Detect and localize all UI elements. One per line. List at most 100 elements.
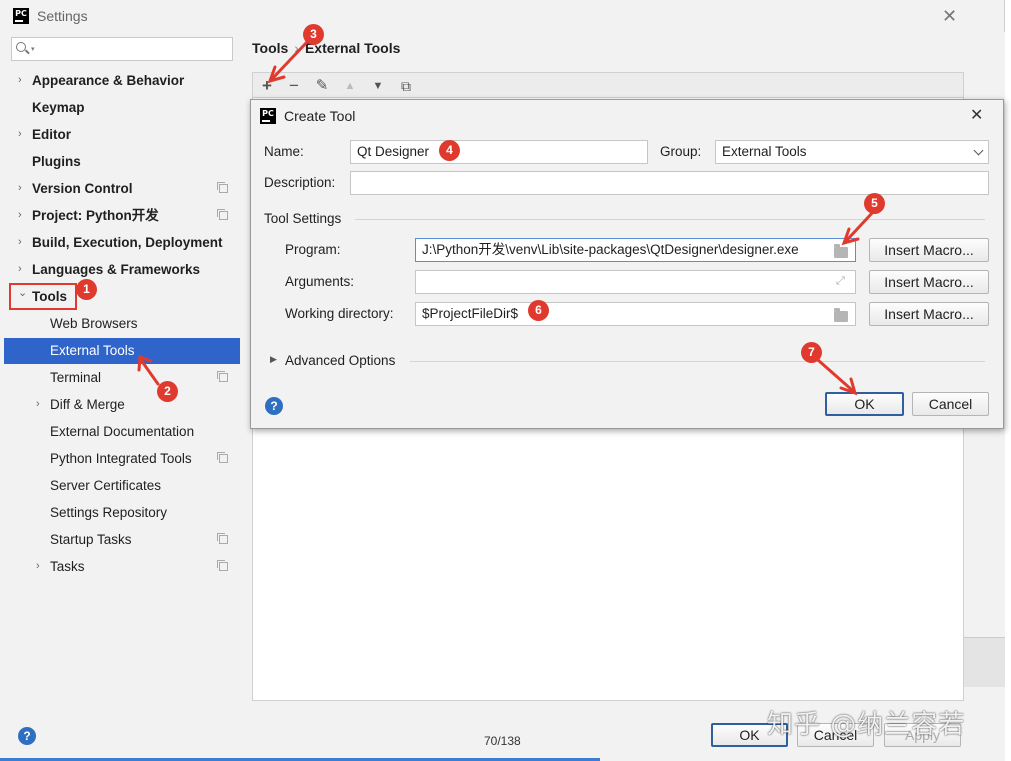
chevron-right-icon: › <box>18 263 22 275</box>
sidebar-item-appearance[interactable]: › Appearance & Behavior <box>4 67 240 94</box>
breadcrumb-separator: › <box>294 40 299 56</box>
pycharm-logo-icon: PC <box>13 8 29 24</box>
sidebar-item-label: Plugins <box>32 154 81 169</box>
breadcrumb: Tools › External Tools <box>252 40 400 56</box>
window-title: Settings <box>37 8 88 24</box>
breadcrumb-parent[interactable]: Tools <box>252 40 288 56</box>
sidebar-item-label: Appearance & Behavior <box>32 73 185 88</box>
sidebar-item-tasks[interactable]: › Tasks <box>4 553 240 580</box>
copy-icon[interactable]: ⧉ <box>395 75 417 97</box>
dialog-cancel-button[interactable]: Cancel <box>912 392 989 416</box>
sidebar-item-server-certificates[interactable]: Server Certificates <box>4 472 240 499</box>
description-label: Description: <box>264 175 336 190</box>
project-level-icon <box>217 560 228 571</box>
sidebar-item-external-tools[interactable]: External Tools <box>4 338 240 364</box>
name-label: Name: <box>264 144 304 159</box>
sidebar-item-external-documentation[interactable]: External Documentation <box>4 418 240 445</box>
chevron-down-icon <box>973 145 984 156</box>
project-level-icon <box>217 452 228 463</box>
sidebar-item-label: Web Browsers <box>50 316 138 331</box>
group-select-value: External Tools <box>722 144 807 159</box>
watermark: 知乎 @纳兰容若 <box>767 710 966 740</box>
annotation-badge-3: 3 <box>303 24 324 45</box>
arguments-label: Arguments: <box>285 274 355 289</box>
move-up-icon[interactable]: ▲ <box>339 75 361 97</box>
sidebar-item-build[interactable]: › Build, Execution, Deployment <box>4 229 240 256</box>
tools-highlight-box <box>9 283 77 310</box>
expand-icon[interactable]: ⤢ <box>836 275 845 288</box>
sidebar-item-label: Project: Python开发 <box>32 208 159 223</box>
search-input[interactable]: ▾ <box>11 37 233 61</box>
sidebar-item-web-browsers[interactable]: Web Browsers <box>4 310 240 337</box>
chevron-right-icon: › <box>18 182 22 194</box>
working-directory-label: Working directory: <box>285 306 394 321</box>
dialog-title: Create Tool <box>284 108 356 124</box>
name-field[interactable]: Qt Designer <box>350 140 648 164</box>
chevron-right-icon[interactable]: ▶ <box>270 354 277 365</box>
page-indicator: 70/138 <box>484 734 521 748</box>
sidebar-item-label: Languages & Frameworks <box>32 262 201 277</box>
working-directory-field[interactable]: $ProjectFileDir$ <box>415 302 856 326</box>
external-tools-toolbar: + − ✎ ▲ ▼ ⧉ <box>252 72 964 98</box>
tool-settings-divider <box>355 219 985 220</box>
group-label: Group: <box>660 144 702 159</box>
chevron-right-icon: › <box>36 398 40 410</box>
sidebar-item-settings-repository[interactable]: Settings Repository <box>4 499 240 526</box>
dialog-help-icon[interactable]: ? <box>265 397 283 415</box>
insert-macro-button-working-dir[interactable]: Insert Macro... <box>869 302 989 326</box>
help-icon[interactable]: ? <box>18 727 36 745</box>
add-icon[interactable]: + <box>256 75 278 97</box>
sidebar-item-label: Settings Repository <box>50 505 168 520</box>
dialog-close-icon[interactable]: ✕ <box>970 107 983 125</box>
annotation-badge-6: 6 <box>528 300 549 321</box>
arguments-field[interactable] <box>415 270 856 294</box>
sidebar-item-label: Diff & Merge <box>50 397 125 412</box>
insert-macro-button-program[interactable]: Insert Macro... <box>869 238 989 262</box>
annotation-badge-7: 7 <box>801 342 822 363</box>
project-level-icon <box>217 371 228 382</box>
advanced-options-toggle[interactable]: Advanced Options <box>285 353 395 368</box>
annotation-badge-4: 4 <box>439 140 460 161</box>
close-icon[interactable]: ✕ <box>942 7 957 25</box>
sidebar-item-plugins[interactable]: Plugins <box>4 148 240 175</box>
sidebar-item-keymap[interactable]: Keymap <box>4 94 240 121</box>
title-bar: PC Settings ✕ <box>0 0 1005 32</box>
annotation-badge-5: 5 <box>864 193 885 214</box>
chevron-right-icon: › <box>18 236 22 248</box>
program-field[interactable]: J:\Python开发\venv\Lib\site-packages\QtDes… <box>415 238 856 262</box>
project-level-icon <box>217 533 228 544</box>
sidebar-item-label: Editor <box>32 127 71 142</box>
sidebar-item-label: External Documentation <box>50 424 195 439</box>
sidebar-item-label: Terminal <box>50 370 102 385</box>
annotation-badge-2: 2 <box>157 381 178 402</box>
remove-icon[interactable]: − <box>283 75 305 97</box>
sidebar-item-label: Tasks <box>50 559 85 574</box>
search-icon <box>16 42 26 52</box>
insert-macro-button-arguments[interactable]: Insert Macro... <box>869 270 989 294</box>
sidebar-item-startup-tasks[interactable]: Startup Tasks <box>4 526 240 553</box>
dialog-ok-button[interactable]: OK <box>825 392 904 416</box>
sidebar-item-diff-merge[interactable]: › Diff & Merge <box>4 391 240 418</box>
sidebar-item-project[interactable]: › Project: Python开发 <box>4 202 240 229</box>
sidebar-item-python-integrated-tools[interactable]: Python Integrated Tools <box>4 445 240 472</box>
edit-icon[interactable]: ✎ <box>311 75 333 97</box>
scroll-area <box>964 637 1005 687</box>
sidebar-item-editor[interactable]: › Editor <box>4 121 240 148</box>
group-select[interactable]: External Tools <box>715 140 989 164</box>
sidebar-item-label: Build, Execution, Deployment <box>32 235 223 250</box>
chevron-right-icon: › <box>36 560 40 572</box>
sidebar-item-label: Server Certificates <box>50 478 162 493</box>
sidebar-item-label: Keymap <box>32 100 85 115</box>
sidebar-item-terminal[interactable]: Terminal <box>4 364 240 391</box>
sidebar-item-languages[interactable]: › Languages & Frameworks <box>4 256 240 283</box>
folder-icon[interactable] <box>834 308 848 322</box>
description-field[interactable] <box>350 171 989 195</box>
folder-icon[interactable] <box>834 244 848 258</box>
advanced-divider <box>410 361 985 362</box>
annotation-badge-1: 1 <box>76 279 97 300</box>
move-down-icon[interactable]: ▼ <box>367 75 389 97</box>
sidebar-item-version-control[interactable]: › Version Control <box>4 175 240 202</box>
project-level-icon <box>217 209 228 220</box>
sidebar-item-label: Version Control <box>32 181 133 196</box>
project-level-icon <box>217 182 228 193</box>
